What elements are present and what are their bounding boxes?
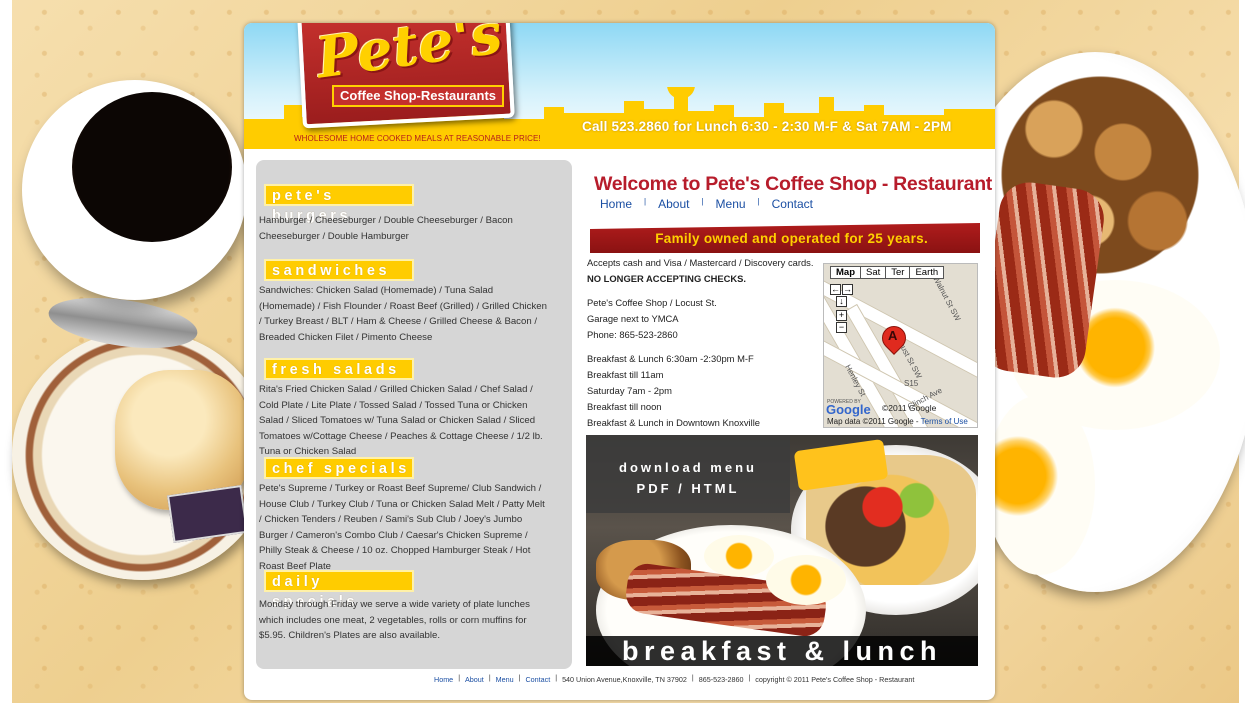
address-line: Garage next to YMCA bbox=[587, 313, 679, 324]
footer-separator: | bbox=[518, 675, 521, 682]
section-text-chef-specials: Pete's Supreme / Turkey or Roast Beef Su… bbox=[259, 483, 545, 572]
payment-info: Accepts cash and Visa / Mastercard / Dis… bbox=[587, 257, 814, 268]
footer-separator: | bbox=[748, 675, 751, 682]
hours-line: Breakfast till noon bbox=[587, 401, 662, 412]
section-text-burgers: Hamburger / Cheeseburger / Double Cheese… bbox=[259, 215, 513, 242]
footer-link-home[interactable]: Home bbox=[434, 675, 453, 684]
logo[interactable]: Pete's Coffee Shop-Restaurants bbox=[296, 23, 515, 129]
hours-line: Breakfast till 11am bbox=[587, 369, 664, 380]
footer-copyright: copyright © 2011 Pete's Coffee Shop - Re… bbox=[755, 675, 915, 684]
logo-subtitle: Coffee Shop-Restaurants bbox=[332, 85, 504, 107]
pan-down-icon[interactable]: ↓ bbox=[836, 296, 847, 307]
section-text-salads: Rita's Fried Chicken Salad / Grilled Chi… bbox=[259, 384, 543, 458]
section-label-burgers: pete's burgers bbox=[264, 184, 414, 224]
map-terms-link[interactable]: Terms of Use bbox=[921, 417, 968, 426]
no-checks-notice: NO LONGER ACCEPTING CHECKS. bbox=[587, 273, 747, 284]
phone-line: Phone: 865-523-2860 bbox=[587, 329, 678, 340]
pan-right-icon[interactable]: → bbox=[842, 284, 853, 295]
footer-separator: | bbox=[691, 675, 694, 682]
nav-separator: | bbox=[701, 196, 704, 206]
nav-contact[interactable]: Contact bbox=[772, 197, 813, 211]
hours-line: Breakfast & Lunch in Downtown Knoxville bbox=[587, 417, 761, 428]
top-nav: Home | About | Menu | Contact bbox=[600, 196, 813, 212]
download-format-label: PDF / HTML bbox=[636, 481, 740, 496]
section-text-daily-specials: Monday through Friday we serve a wide va… bbox=[259, 599, 530, 642]
egg-image bbox=[766, 555, 846, 605]
google-logo[interactable]: Google bbox=[826, 402, 871, 417]
map-type-switcher: Map Sat Ter Earth bbox=[830, 266, 945, 279]
hours-line: Saturday 7am - 2pm bbox=[587, 385, 672, 396]
map-type-ter[interactable]: Ter bbox=[885, 266, 911, 279]
page-title: Welcome to Pete's Coffee Shop - Restaura… bbox=[594, 173, 993, 195]
map-type-map[interactable]: Map bbox=[830, 266, 861, 279]
nav-about[interactable]: About bbox=[658, 197, 689, 211]
map-copyright: ©2011 Google bbox=[882, 403, 937, 413]
hours-line: Breakfast & Lunch 6:30am -2:30pm M-F bbox=[587, 353, 754, 364]
nav-separator: | bbox=[757, 196, 760, 206]
section-label-daily-specials: daily specials bbox=[264, 570, 414, 610]
coffee-image bbox=[72, 92, 232, 242]
map-street-label: S15 bbox=[904, 379, 919, 388]
nav-home[interactable]: Home bbox=[600, 197, 632, 211]
download-menu-label: download menu bbox=[619, 460, 757, 475]
footer: Home | About | Menu | Contact | 540 Unio… bbox=[434, 675, 914, 684]
section-label-chef-specials: chef specials bbox=[264, 457, 414, 479]
egg-image bbox=[985, 395, 1095, 575]
zoom-out-icon[interactable]: − bbox=[836, 322, 847, 333]
address-line: Pete's Coffee Shop / Locust St. bbox=[587, 297, 717, 308]
map-street-label: Walnut St SW bbox=[931, 274, 963, 323]
footer-link-contact[interactable]: Contact bbox=[525, 675, 550, 684]
family-owned-banner: Family owned and operated for 25 years. bbox=[590, 223, 980, 253]
call-info: Call 523.2860 for Lunch 6:30 - 2:30 M-F … bbox=[582, 119, 952, 134]
main-container: Pete's Coffee Shop-Restaurants WHOLESOME… bbox=[244, 23, 995, 700]
footer-phone: 865-523-2860 bbox=[698, 675, 744, 684]
nav-menu[interactable]: Menu bbox=[716, 197, 746, 211]
header: Pete's Coffee Shop-Restaurants WHOLESOME… bbox=[244, 23, 995, 149]
menu-sidebar: pete's burgers Hamburger / Cheeseburger … bbox=[256, 160, 572, 669]
window-edge-left bbox=[0, 0, 12, 703]
footer-separator: | bbox=[458, 675, 461, 682]
location-map[interactable]: Locust St SW Henley St Clinch Ave S15 Wa… bbox=[823, 263, 978, 428]
pan-left-icon[interactable]: ← bbox=[830, 284, 841, 295]
info-block: Accepts cash and Visa / Mastercard / Dis… bbox=[587, 255, 819, 431]
map-marker-label: A bbox=[888, 328, 898, 343]
section-text-sandwiches: Sandwiches: Chicken Salad (Homemade) / T… bbox=[259, 285, 547, 343]
footer-separator: | bbox=[555, 675, 558, 682]
nav-separator: | bbox=[644, 196, 647, 206]
map-data-credit: Map data ©2011 Google - Terms of Use bbox=[827, 417, 968, 426]
download-menu-button[interactable]: download menu PDF / HTML bbox=[586, 435, 790, 513]
section-label-salads: fresh salads bbox=[264, 358, 414, 380]
footer-link-menu[interactable]: Menu bbox=[496, 675, 514, 684]
map-type-earth[interactable]: Earth bbox=[909, 266, 945, 279]
food-photo: download menu PDF / HTML breakfast & lun… bbox=[586, 435, 978, 666]
footer-address: 540 Union Avenue,Knoxville, TN 37902 bbox=[562, 675, 687, 684]
egg-image bbox=[704, 535, 774, 577]
zoom-in-icon[interactable]: + bbox=[836, 310, 847, 321]
section-label-sandwiches: sandwiches bbox=[264, 259, 414, 281]
map-type-sat[interactable]: Sat bbox=[860, 266, 887, 279]
tagline: WHOLESOME HOME COOKED MEALS AT REASONABL… bbox=[294, 134, 541, 143]
footer-link-about[interactable]: About bbox=[465, 675, 484, 684]
footer-separator: | bbox=[488, 675, 491, 682]
breakfast-lunch-caption: breakfast & lunch bbox=[586, 636, 978, 666]
